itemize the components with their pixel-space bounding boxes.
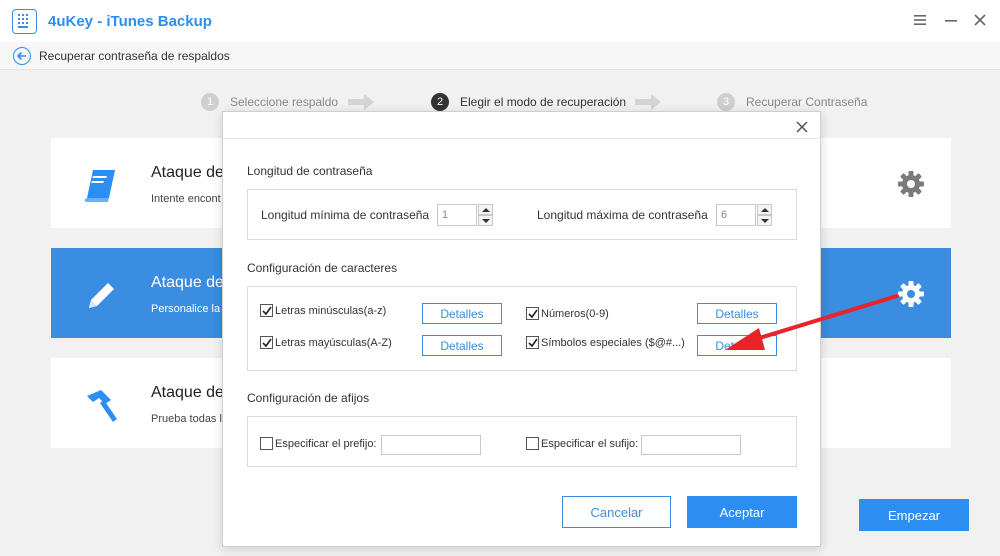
step-label: Seleccione respaldo xyxy=(230,95,339,109)
prefix-input[interactable] xyxy=(381,435,481,455)
page-title: Recuperar contraseña de respaldos xyxy=(39,49,230,63)
card-title: Ataque de xyxy=(151,274,224,291)
checkbox-label: Especificar el sufijo: xyxy=(541,437,639,450)
length-group: Longitud mínima de contraseña Longitud m… xyxy=(247,189,797,240)
checkbox[interactable] xyxy=(260,304,273,317)
suffix-input[interactable] xyxy=(641,435,741,455)
checkbox-label: Letras minúsculas(a-z) xyxy=(275,304,387,317)
checkbox[interactable] xyxy=(526,307,539,320)
checkbox[interactable] xyxy=(260,336,273,349)
minimize-icon[interactable] xyxy=(943,12,959,28)
app-title: 4uKey - iTunes Backup xyxy=(48,13,212,30)
checkbox[interactable] xyxy=(526,437,539,450)
dialog-divider xyxy=(223,138,822,139)
cancel-button[interactable]: Cancelar xyxy=(562,496,671,528)
checkbox-symbols[interactable]: Símbolos especiales ($@#...) xyxy=(526,336,685,349)
details-button-numbers[interactable]: Detalles xyxy=(697,303,777,324)
details-button-uppercase[interactable]: Detalles xyxy=(422,335,502,356)
close-icon[interactable] xyxy=(972,12,988,28)
decrement-button[interactable] xyxy=(757,215,772,226)
title-bar: 4uKey - iTunes Backup xyxy=(0,0,1000,42)
step-number: 2 xyxy=(431,93,449,111)
checkbox-prefix[interactable]: Especificar el prefijo: xyxy=(260,437,377,450)
section-title-affix: Configuración de afijos xyxy=(247,391,370,405)
min-length-input[interactable] xyxy=(437,204,477,226)
card-description: Personalice la c xyxy=(151,303,229,315)
sub-header: Recuperar contraseña de respaldos xyxy=(0,42,1000,70)
increment-button[interactable] xyxy=(478,204,493,215)
step-number: 1 xyxy=(201,93,219,111)
step-label: Recuperar Contraseña xyxy=(746,95,868,109)
gear-icon[interactable] xyxy=(897,170,925,198)
step-2: 2 Elegir el modo de recuperación xyxy=(431,93,626,111)
menu-icon[interactable] xyxy=(912,12,928,28)
start-button[interactable]: Empezar xyxy=(859,499,969,531)
decrement-button[interactable] xyxy=(478,215,493,226)
hammer-icon xyxy=(87,390,117,422)
details-button-lowercase[interactable]: Detalles xyxy=(422,303,502,324)
checkbox-label: Especificar el prefijo: xyxy=(275,437,377,450)
step-1: 1 Seleccione respaldo xyxy=(201,93,338,111)
max-length-label: Longitud máxima de contraseña xyxy=(537,208,708,222)
step-arrow-icon xyxy=(635,94,661,110)
min-length-label: Longitud mínima de contraseña xyxy=(261,208,430,222)
checkbox-lowercase[interactable]: Letras minúsculas(a-z) xyxy=(260,304,386,317)
charset-group: Letras minúsculas(a-z) Detalles Números(… xyxy=(247,286,797,371)
card-description: Prueba todas la xyxy=(151,413,229,425)
card-title: Ataque de xyxy=(151,164,224,181)
card-title: Ataque de xyxy=(151,384,224,401)
checkbox-label: Números(0-9) xyxy=(541,307,609,320)
book-icon xyxy=(84,170,115,202)
pencil-icon xyxy=(89,283,114,308)
checkbox-numbers[interactable]: Números(0-9) xyxy=(526,307,609,320)
step-label: Elegir el modo de recuperación xyxy=(460,95,627,109)
accept-button[interactable]: Aceptar xyxy=(687,496,797,528)
app-logo-icon xyxy=(12,9,37,34)
checkbox-label: Letras mayúsculas(A-Z) xyxy=(275,336,392,349)
settings-dialog: Longitud de contraseña Longitud mínima d… xyxy=(222,111,822,547)
back-arrow-icon[interactable] xyxy=(13,47,31,65)
checkbox-uppercase[interactable]: Letras mayúsculas(A-Z) xyxy=(260,336,392,349)
checkbox[interactable] xyxy=(526,336,539,349)
step-number: 3 xyxy=(717,93,735,111)
card-description: Intente encont xyxy=(151,193,221,205)
gear-icon[interactable] xyxy=(897,280,925,308)
checkbox-label: Símbolos especiales ($@#...) xyxy=(541,336,685,349)
section-title-length: Longitud de contraseña xyxy=(247,164,373,178)
section-title-charset: Configuración de caracteres xyxy=(247,261,398,275)
checkbox-suffix[interactable]: Especificar el sufijo: xyxy=(526,437,638,450)
affix-group: Especificar el prefijo: Especificar el s… xyxy=(247,416,797,467)
step-arrow-icon xyxy=(348,94,374,110)
max-length-input[interactable] xyxy=(716,204,756,226)
step-3: 3 Recuperar Contraseña xyxy=(717,93,867,111)
close-icon[interactable] xyxy=(795,120,809,134)
increment-button[interactable] xyxy=(757,204,772,215)
checkbox[interactable] xyxy=(260,437,273,450)
details-button-symbols[interactable]: Detalles xyxy=(697,335,777,356)
